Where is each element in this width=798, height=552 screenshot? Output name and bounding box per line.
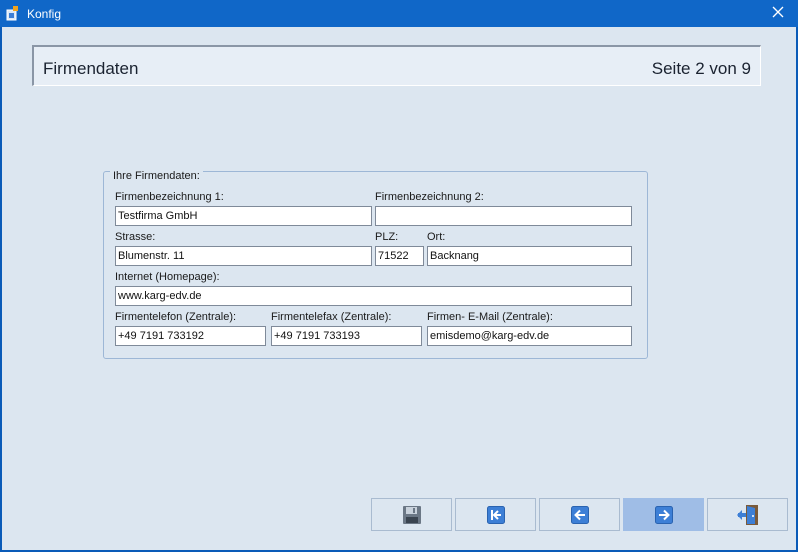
firmenbezeichnung2-field[interactable] <box>375 206 632 226</box>
firmenbezeichnung2-label: Firmenbezeichnung 2: <box>375 191 484 203</box>
first-page-icon <box>486 505 505 524</box>
telefax-label: Firmentelefax (Zentrale): <box>271 311 392 323</box>
strasse-field[interactable]: Blumenstr. 11 <box>115 246 372 266</box>
email-field[interactable]: emisdemo@karg-edv.de <box>427 326 632 346</box>
arrow-left-icon <box>570 505 589 524</box>
internet-label: Internet (Homepage): <box>115 271 220 283</box>
company-data-group-label: Ihre Firmendaten: <box>110 170 203 182</box>
firmenbezeichnung1-field[interactable]: Testfirma GmbH <box>115 206 372 226</box>
floppy-disk-icon <box>402 505 422 525</box>
save-button[interactable] <box>371 498 452 531</box>
telefon-label: Firmentelefon (Zentrale): <box>115 311 237 323</box>
previous-page-button[interactable] <box>539 498 620 531</box>
window-title: Konfig <box>27 7 62 21</box>
email-label: Firmen- E-Mail (Zentrale): <box>427 311 553 323</box>
arrow-right-icon <box>654 505 673 524</box>
dialog-client-area: Firmendaten Seite 2 von 9 Ihre Firmendat… <box>2 27 796 550</box>
first-page-button[interactable] <box>455 498 536 531</box>
exit-door-icon <box>736 504 760 526</box>
internet-field[interactable]: www.karg-edv.de <box>115 286 632 306</box>
telefon-field[interactable]: +49 7191 733192 <box>115 326 266 346</box>
ort-field[interactable]: Backnang <box>427 246 632 266</box>
ort-label: Ort: <box>427 231 446 243</box>
close-button[interactable] <box>758 0 798 27</box>
plz-label: PLZ: <box>375 231 399 243</box>
page-header: Firmendaten Seite 2 von 9 <box>32 45 761 86</box>
strasse-label: Strasse: <box>115 231 156 243</box>
exit-button[interactable] <box>707 498 788 531</box>
next-page-button[interactable] <box>623 498 704 531</box>
app-icon <box>6 5 22 21</box>
firmenbezeichnung1-label: Firmenbezeichnung 1: <box>115 191 224 203</box>
plz-field[interactable]: 71522 <box>375 246 424 266</box>
page-title: Firmendaten <box>43 59 139 78</box>
window-titlebar: Konfig <box>0 0 798 27</box>
telefax-field[interactable]: +49 7191 733193 <box>271 326 422 346</box>
close-icon <box>772 6 784 21</box>
page-counter: Seite 2 von 9 <box>651 59 751 78</box>
